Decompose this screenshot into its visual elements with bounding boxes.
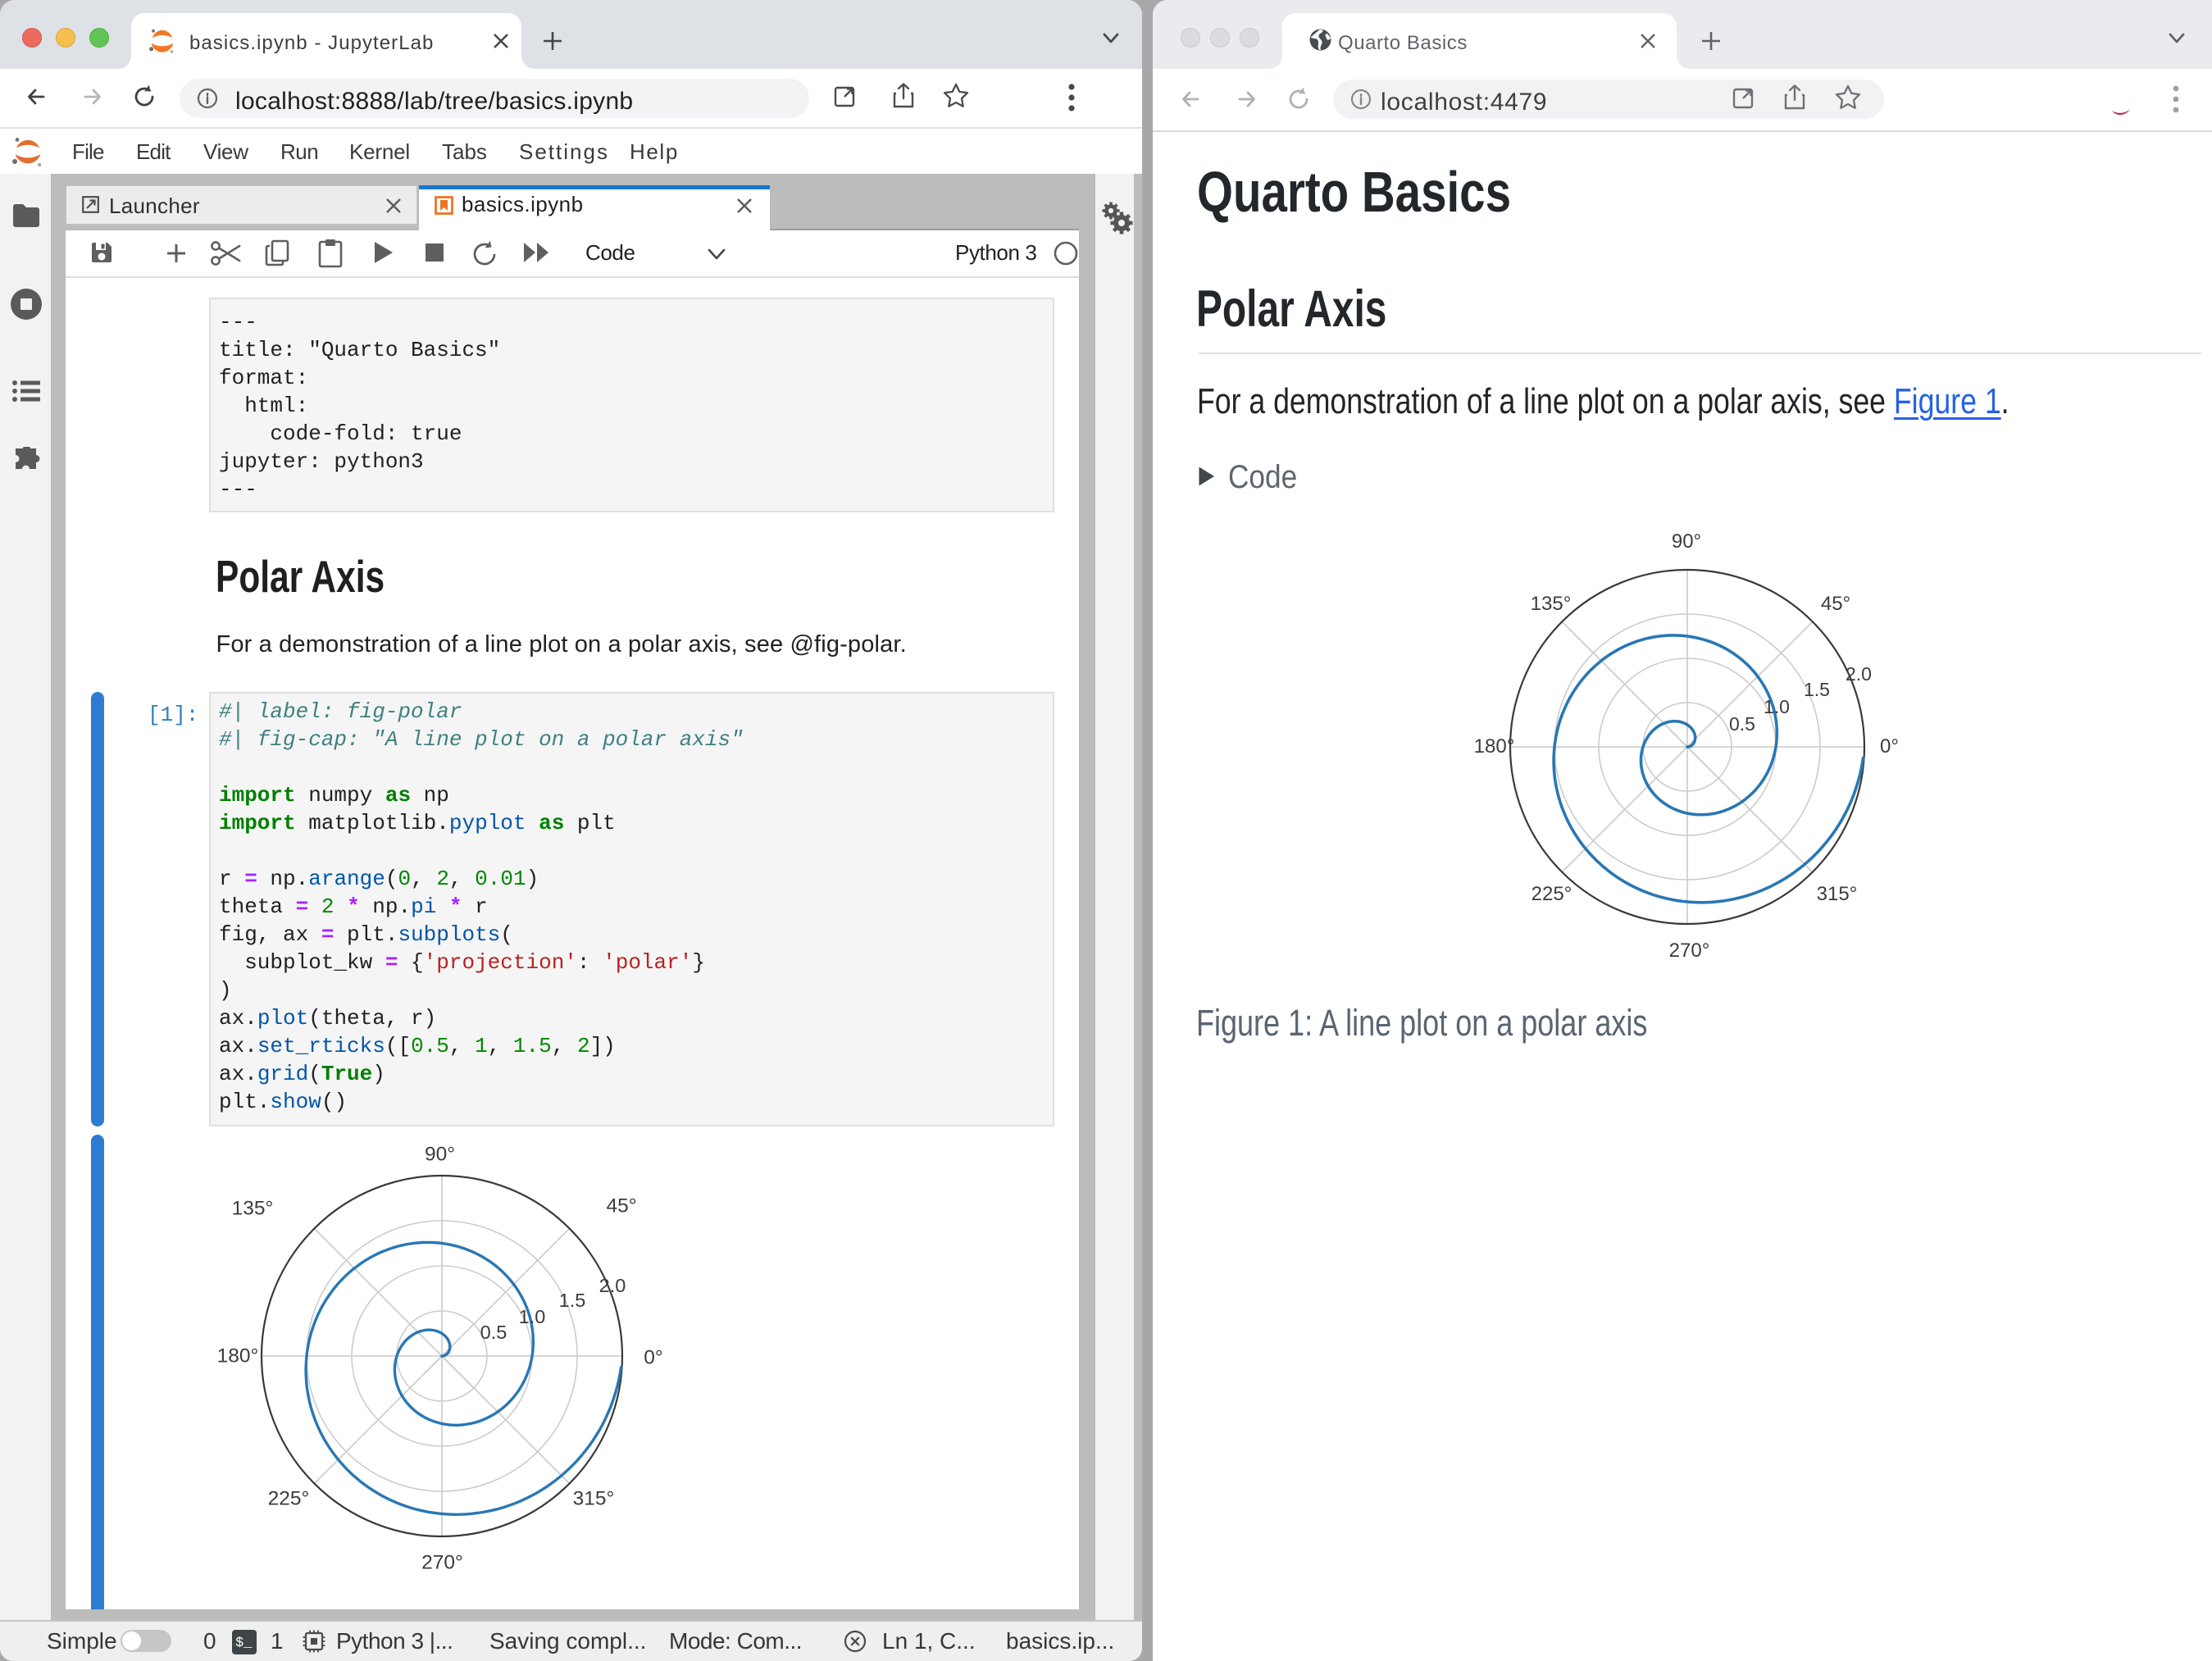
svg-text:1.5: 1.5: [559, 1290, 586, 1311]
svg-text:0°: 0°: [644, 1347, 662, 1369]
svg-text:2.0: 2.0: [599, 1275, 626, 1296]
svg-text:135°: 135°: [1531, 593, 1572, 615]
svg-text:90°: 90°: [1672, 530, 1701, 553]
svg-text:0°: 0°: [1880, 735, 1899, 758]
svg-text:45°: 45°: [606, 1195, 636, 1217]
svg-text:0.5: 0.5: [1729, 713, 1755, 735]
svg-text:180°: 180°: [1474, 735, 1515, 758]
svg-text:2.0: 2.0: [1846, 663, 1872, 685]
svg-text:1.0: 1.0: [1764, 696, 1790, 717]
svg-text:45°: 45°: [1821, 593, 1850, 615]
svg-text:270°: 270°: [421, 1552, 463, 1574]
svg-text:90°: 90°: [425, 1144, 455, 1166]
svg-text:270°: 270°: [1669, 940, 1710, 962]
svg-text:180°: 180°: [217, 1345, 259, 1367]
svg-text:315°: 315°: [1817, 883, 1858, 905]
svg-text:225°: 225°: [1532, 883, 1573, 905]
svg-text:0.5: 0.5: [480, 1322, 507, 1343]
svg-text:315°: 315°: [573, 1488, 615, 1510]
svg-text:135°: 135°: [232, 1198, 274, 1220]
svg-text:1.0: 1.0: [519, 1306, 546, 1327]
svg-text:1.5: 1.5: [1804, 679, 1830, 700]
svg-text:225°: 225°: [268, 1488, 310, 1510]
